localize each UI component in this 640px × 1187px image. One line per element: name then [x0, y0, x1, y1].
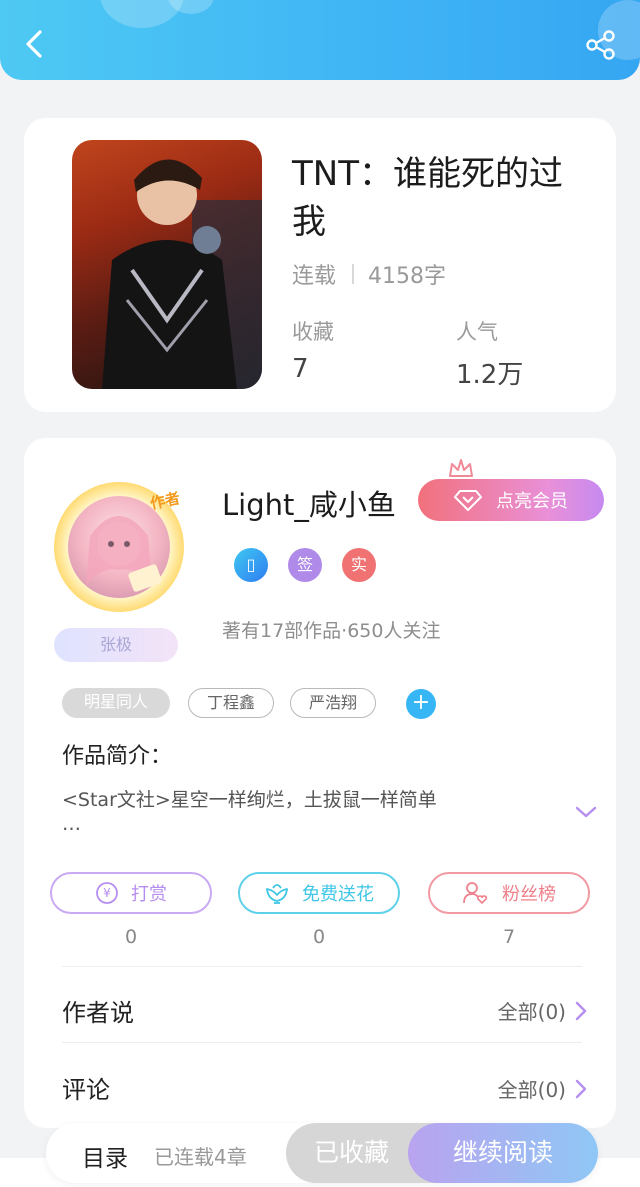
tag-category[interactable]: 明星同人 — [62, 688, 170, 718]
author-says-all[interactable]: 全部(0) — [498, 996, 588, 1025]
author-says-count: 全部(0) — [497, 1000, 566, 1024]
book-meta: 连载 4158字 — [292, 258, 446, 290]
fav-label: 收藏 — [292, 320, 334, 344]
fan-icon — [463, 882, 488, 905]
chevron-right-icon — [575, 1079, 587, 1098]
signed-badge-text: 签 — [296, 555, 313, 574]
word-count: 4158字 — [368, 264, 447, 289]
chapter-count: 已连载4章 — [154, 1145, 247, 1169]
fav-value: 7 — [292, 354, 309, 384]
chevron-left-icon — [26, 30, 42, 58]
author-works-info: 著有17部作品·650人关注 — [222, 620, 441, 642]
fan-ranking-label: 粉丝榜 — [502, 884, 556, 905]
book-title: TNT：谁能死的过我 — [292, 154, 563, 242]
share-icon — [586, 30, 615, 60]
tag-item[interactable]: 丁程鑫 — [188, 688, 274, 718]
intro-title: 作品简介： — [62, 744, 173, 769]
tag-item[interactable]: 严浩翔 — [290, 688, 376, 718]
book-cover[interactable] — [72, 140, 262, 389]
flower-count: 0 — [312, 926, 326, 948]
author-badge: 作者 — [148, 489, 182, 513]
vip-button[interactable]: 点亮会员 — [418, 479, 604, 521]
divider — [62, 1042, 582, 1043]
svg-text:¥: ¥ — [103, 886, 111, 900]
reward-label: 打赏 — [131, 884, 167, 905]
intro-text[interactable]: <Star文社>星空一样绚烂，土拔鼠一样简单 … — [62, 788, 542, 836]
send-flower-button[interactable]: 免费送花 — [238, 872, 400, 914]
comments-title: 评论 — [62, 1076, 110, 1104]
signed-badge: 签 — [288, 548, 322, 582]
crown-icon — [449, 459, 473, 477]
author-avatar[interactable]: 作者 — [54, 482, 184, 612]
phone-verified-badge: ▯ — [234, 548, 268, 582]
chevron-right-icon — [575, 1001, 587, 1020]
flower-icon — [266, 884, 288, 904]
vip-label: 点亮会员 — [496, 491, 568, 512]
author-card: 作者 张极 Light_咸小鱼 点亮会员 ▯ 签 实 著有17部作品·650人关… — [24, 438, 616, 1128]
author-says-title: 作者说 — [62, 999, 134, 1027]
reward-count: 0 — [124, 926, 138, 948]
share-button[interactable] — [585, 29, 617, 61]
intro-line: <Star文社>星空一样绚烂，土拔鼠一样简单 — [62, 789, 437, 811]
popularity-value: 1.2万 — [456, 360, 524, 390]
intro-ellipsis: … — [62, 813, 81, 835]
chevron-down-icon[interactable] — [574, 804, 598, 820]
coin-icon: ¥ — [96, 882, 118, 904]
author-name[interactable]: Light_咸小鱼 — [222, 482, 396, 524]
book-info-card: TNT：谁能死的过我 连载 4158字 收藏 7 人气 1.2万 — [24, 118, 616, 412]
back-button[interactable] — [18, 28, 50, 60]
diamond-icon — [454, 490, 482, 511]
cover-art — [102, 159, 262, 389]
bottom-action-bar: 目录 已连载4章 已收藏 继续阅读 — [46, 1123, 598, 1183]
fan-title-tag: 张极 — [54, 628, 178, 662]
meta-separator — [352, 264, 355, 284]
add-tag-button[interactable]: + — [406, 689, 436, 719]
fan-ranking-button[interactable]: 粉丝榜 — [428, 872, 590, 914]
comments-count: 全部(0) — [497, 1078, 566, 1102]
divider — [62, 966, 582, 967]
continue-reading-button[interactable]: 继续阅读 — [408, 1123, 598, 1183]
send-flower-label: 免费送花 — [302, 884, 374, 905]
reward-button[interactable]: ¥ 打赏 — [50, 872, 212, 914]
real-name-badge: 实 — [342, 548, 376, 582]
phone-badge-text: ▯ — [246, 555, 256, 574]
toc-button[interactable]: 目录 — [82, 1139, 128, 1173]
fan-count: 7 — [502, 926, 516, 948]
real-name-badge-text: 实 — [350, 555, 367, 574]
book-status: 连载 — [292, 264, 337, 289]
popularity-label: 人气 — [456, 320, 498, 344]
top-header — [0, 0, 640, 80]
comments-all[interactable]: 全部(0) — [498, 1074, 588, 1103]
